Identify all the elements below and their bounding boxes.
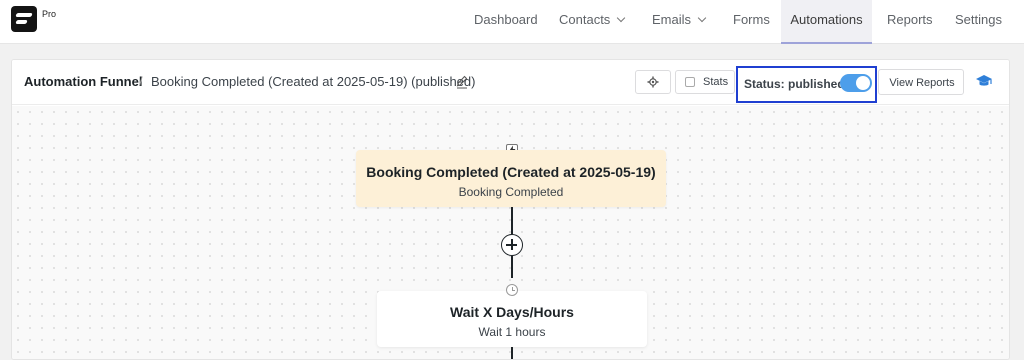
graduation-cap-icon[interactable] bbox=[975, 73, 993, 94]
connector-line bbox=[511, 256, 513, 278]
view-reports-button[interactable]: View Reports bbox=[878, 69, 964, 95]
nav-reports-label: Reports bbox=[887, 12, 933, 27]
settings-button[interactable] bbox=[635, 70, 671, 94]
panel-header: Automation Funnel / Booking Completed (C… bbox=[12, 60, 1009, 105]
wait-step-card[interactable]: Wait X Days/Hours Wait 1 hours bbox=[377, 291, 647, 347]
wait-step-subtitle: Wait 1 hours bbox=[478, 325, 546, 339]
wait-step-title: Wait X Days/Hours bbox=[450, 304, 574, 320]
trigger-title: Booking Completed (Created at 2025-05-19… bbox=[366, 164, 656, 180]
stats-checkbox[interactable] bbox=[685, 77, 695, 87]
nav-reports[interactable]: Reports bbox=[887, 0, 933, 44]
nav-automations-label: Automations bbox=[790, 12, 863, 27]
pro-badge: Pro bbox=[42, 9, 57, 19]
trigger-card[interactable]: Booking Completed (Created at 2025-05-19… bbox=[356, 150, 666, 207]
nav-contacts-label: Contacts bbox=[559, 12, 611, 27]
nav-dashboard[interactable]: Dashboard bbox=[474, 0, 538, 44]
nav-forms[interactable]: Forms bbox=[733, 0, 770, 44]
workflow-canvas: Booking Completed (Created at 2025-05-19… bbox=[12, 106, 1009, 359]
clock-icon bbox=[506, 284, 518, 296]
trigger-subtitle: Booking Completed bbox=[458, 185, 564, 199]
connector-line bbox=[511, 347, 513, 359]
view-reports-label: View Reports bbox=[889, 77, 955, 89]
gear-icon bbox=[647, 76, 659, 88]
status-control: Status: published bbox=[736, 66, 877, 103]
edit-pencil-icon[interactable] bbox=[456, 75, 468, 89]
stats-label: Stats bbox=[703, 76, 729, 88]
breadcrumb-separator: / bbox=[139, 74, 143, 89]
top-navigation: Pro Dashboard Contacts Emails Forms Auto… bbox=[0, 0, 1024, 44]
nav-forms-label: Forms bbox=[733, 12, 770, 27]
breadcrumb-root[interactable]: Automation Funnel bbox=[24, 74, 142, 89]
logo-icon[interactable] bbox=[11, 6, 37, 32]
nav-contacts[interactable]: Contacts bbox=[559, 0, 626, 44]
nav-emails-label: Emails bbox=[652, 12, 692, 27]
nav-automations[interactable]: Automations bbox=[781, 0, 872, 44]
funnel-title: Booking Completed (Created at 2025-05-19… bbox=[151, 74, 476, 89]
add-step-button[interactable] bbox=[501, 234, 523, 256]
nav-settings[interactable]: Settings bbox=[955, 0, 1002, 44]
chevron-down-icon bbox=[697, 13, 707, 23]
status-label: Status: published bbox=[744, 77, 845, 91]
nav-emails[interactable]: Emails bbox=[652, 0, 707, 44]
chevron-down-icon bbox=[617, 13, 626, 23]
connector-line bbox=[511, 207, 513, 234]
automation-panel: Automation Funnel / Booking Completed (C… bbox=[11, 59, 1010, 360]
status-toggle[interactable] bbox=[840, 74, 872, 92]
stats-toggle-button[interactable]: Stats bbox=[675, 70, 735, 94]
toggle-knob bbox=[856, 76, 870, 90]
nav-settings-label: Settings bbox=[955, 12, 1002, 27]
nav-dashboard-label: Dashboard bbox=[474, 12, 538, 27]
